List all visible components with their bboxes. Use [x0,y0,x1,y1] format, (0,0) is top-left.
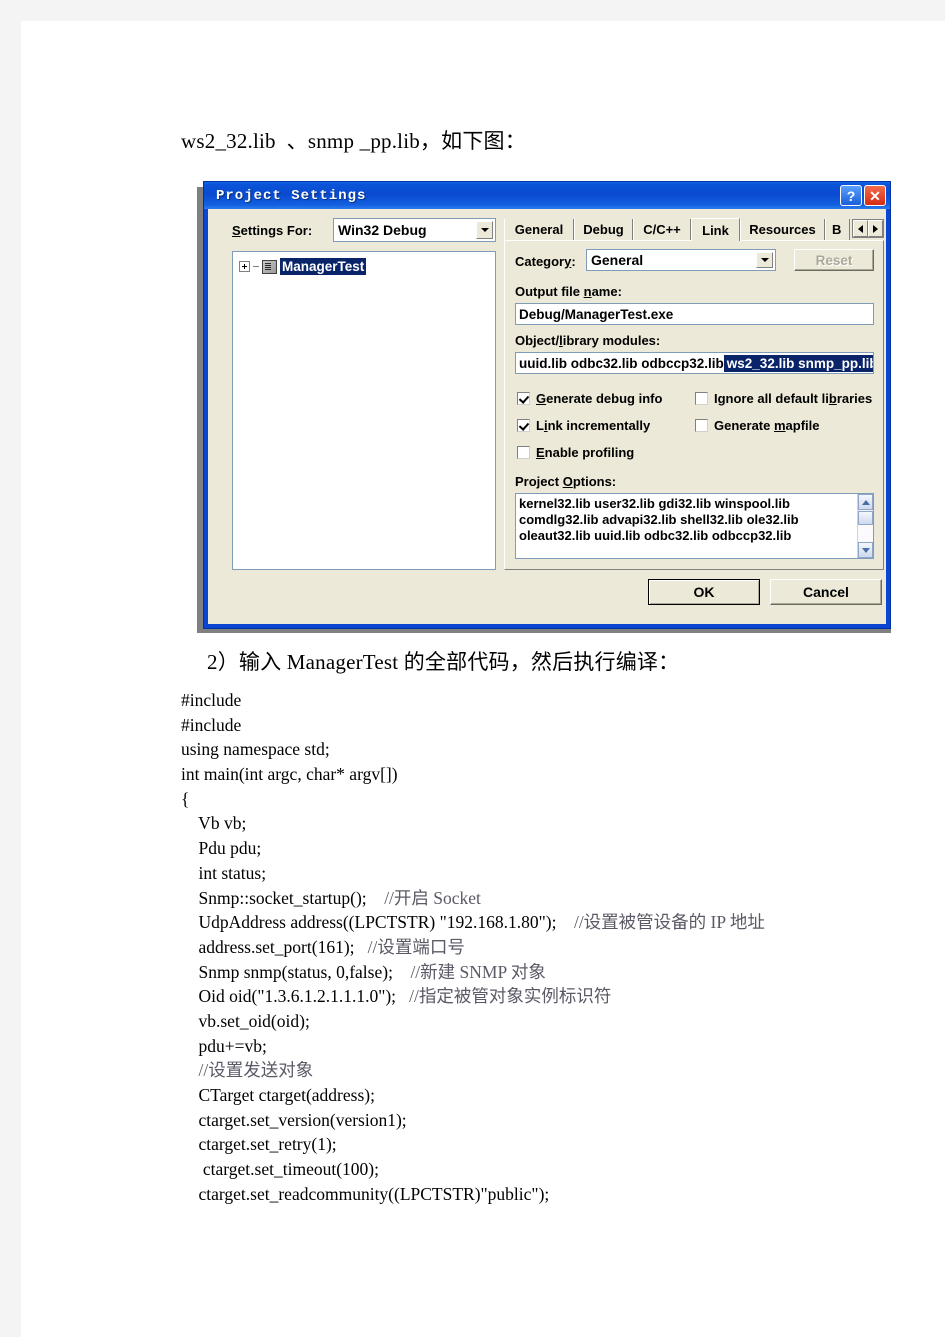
output-file-input[interactable]: Debug/ManagerTest.exe [515,303,874,325]
checkbox-generate-mapfile[interactable]: Generate mapfile [695,418,820,433]
dialog-title: Project Settings [216,187,367,204]
code-line: Oid oid("1.3.6.1.2.1.1.1.0"); //指定被管对象实例… [181,986,612,1007]
document-page: ws2_32.lib 、snmp _pp.lib，如下图： Project Se… [21,21,945,1337]
code-line: Vb vb; [181,813,247,834]
output-file-label: Output file name: [515,284,622,299]
object-library-input[interactable]: uuid.lib odbc32.lib odbccp32.lib ws2_32.… [515,352,874,374]
link-tab-page: Category: General Reset Output file name… [504,240,884,570]
scrollbar-track[interactable] [858,525,873,542]
tab-scroll-right-icon[interactable] [868,220,883,237]
code-line: ctarget.set_retry(1); [181,1134,337,1155]
tab-scroll-buttons[interactable] [852,219,884,238]
project-options-listbox[interactable]: kernel32.lib user32.lib gdi32.lib winspo… [515,493,874,559]
tab-link[interactable]: Link [691,218,740,241]
checkbox-generate-debug-info[interactable]: Generate debug info [517,391,662,406]
code-line: Pdu pdu; [181,838,262,859]
code-line: ctarget.set_readcommunity((LPCTSTR)"publ… [181,1183,550,1204]
code-line: CTarget ctarget(address); [181,1085,375,1105]
ok-button[interactable]: OK [648,579,760,605]
code-line: #include [181,690,242,710]
tab-scroll-left-icon[interactable] [853,220,868,237]
step-paragraph: 2）输入 ManagerTest 的全部代码，然后执行编译： [207,650,680,674]
settings-tabstrip: General Debug C/C++ Link Resources B [504,218,884,241]
checkbox-icon[interactable] [517,392,530,405]
settings-right-pane: General Debug C/C++ Link Resources B Cat… [504,218,884,570]
help-icon[interactable]: ? [840,185,862,206]
tab-resources[interactable]: Resources [740,219,825,240]
output-file-value: Debug/ManagerTest.exe [519,306,674,322]
code-line: Snmp::socket_startup(); //开启 Socket [181,887,481,908]
code-line: ctarget.set_version(version1); [181,1109,407,1130]
category-value: General [591,252,644,268]
category-label: Category: [515,254,576,269]
tab-c-cpp[interactable]: C/C++ [633,219,691,240]
checkbox-enable-profiling[interactable]: Enable profiling [517,445,634,460]
tab-debug[interactable]: Debug [574,219,633,240]
titlebar-buttons: ? ✕ [840,185,886,206]
code-line: int main(int argc, char* argv[]) [181,764,398,785]
checkbox-label: Link incrementally [536,418,651,433]
checkbox-icon[interactable] [695,419,708,432]
code-line: UdpAddress address((LPCTSTR) "192.168.1.… [181,912,765,933]
code-line: #include [181,714,242,735]
code-line: pdu+=vb; [181,1035,267,1056]
checkbox-label: Ignore all default libraries [714,391,873,406]
code-line: int status; [181,862,267,883]
checkbox-link-incrementally[interactable]: Link incrementally [517,418,650,433]
code-line: vb.set_oid(oid); [181,1010,310,1031]
tree-item-managertest[interactable]: ManagerTest [239,258,367,275]
lead-paragraph: ws2_32.lib 、snmp _pp.lib，如下图： [181,129,526,153]
project-options-label: Project Options: [515,474,617,489]
checkbox-icon[interactable] [517,419,530,432]
project-options-scrollbar[interactable] [857,494,873,558]
settings-for-label: Settings For: [232,223,313,238]
dialog-titlebar[interactable]: Project Settings ? ✕ [204,182,890,209]
project-options-value: kernel32.lib user32.lib gdi32.lib winspo… [519,496,799,543]
scrollbar-thumb[interactable] [858,511,873,525]
checkbox-icon[interactable] [695,392,708,405]
code-listing: #include #include using namespace std; int … [181,688,765,1206]
project-icon [262,259,277,274]
project-tree-pane[interactable]: ManagerTest [232,251,496,570]
project-settings-dialog: Project Settings ? ✕ Settings For: Win32… [203,181,891,629]
code-line: using namespace std; [181,739,330,760]
settings-for-value: Win32 Debug [338,222,427,238]
scroll-up-icon[interactable] [858,494,873,510]
checkbox-label: Generate mapfile [714,418,820,433]
object-library-plain-text: uuid.lib odbc32.lib odbccp32.lib [519,355,724,371]
category-dropdown[interactable]: General [586,249,776,271]
chevron-down-icon[interactable] [476,221,493,239]
cancel-button[interactable]: Cancel [770,579,882,605]
settings-for-dropdown[interactable]: Win32 Debug [333,218,496,242]
code-line: { [181,788,190,809]
checkbox-icon[interactable] [517,446,530,459]
object-library-selected-text: ws2_32.lib snmp_pp.lib [723,354,873,372]
chevron-down-icon[interactable] [756,252,773,268]
code-line: Snmp snmp(status, 0,false); //新建 SNMP 对象 [181,961,546,982]
tree-connector [253,266,259,267]
dialog-body: Settings For: Win32 Debug ManagerTest Ge… [208,209,886,624]
checkbox-ignore-all-default-libraries[interactable]: Ignore all default libraries [695,391,872,406]
tab-browse-info[interactable]: B [825,219,850,240]
checkbox-label: Enable profiling [536,445,635,460]
tree-item-label: ManagerTest [280,258,367,275]
close-icon[interactable]: ✕ [864,185,886,206]
code-line: address.set_port(161); //设置端口号 [181,936,465,957]
reset-button[interactable]: Reset [794,249,874,271]
code-line: //设置发送对象 [198,1060,314,1081]
object-library-label: Object/library modules: [515,333,661,348]
code-line: ctarget.set_timeout(100); [181,1159,379,1180]
scroll-down-icon[interactable] [858,542,873,558]
tab-general[interactable]: General [504,219,574,240]
expand-plus-icon[interactable] [239,261,250,272]
checkbox-label: Generate debug info [536,391,663,406]
